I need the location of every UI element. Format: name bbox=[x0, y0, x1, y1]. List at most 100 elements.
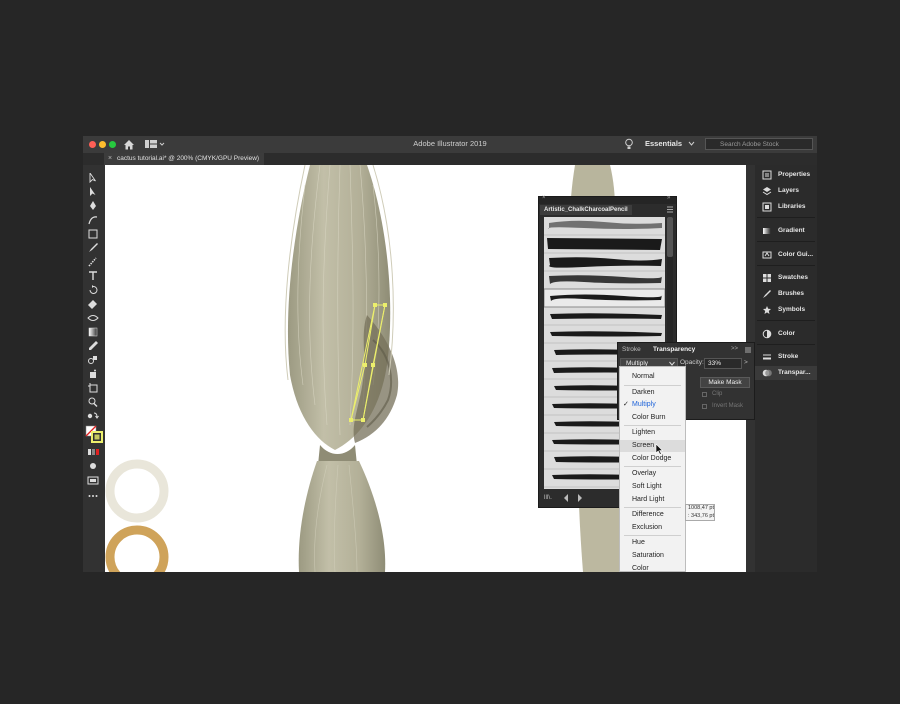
panel-menu-icon[interactable] bbox=[667, 206, 673, 213]
transparency-icon bbox=[762, 369, 772, 377]
blend-hue[interactable]: Hue bbox=[620, 537, 685, 549]
search-adobe-stock-input[interactable]: Search Adobe Stock bbox=[705, 138, 813, 150]
brush-libraries-menu-icon[interactable]: lll\. bbox=[544, 494, 552, 501]
dock-separator bbox=[757, 241, 815, 242]
invert-mask-label: Invert Mask bbox=[712, 403, 744, 409]
eraser-tool-icon[interactable] bbox=[87, 299, 99, 309]
type-tool-icon[interactable] bbox=[87, 271, 99, 281]
blend-overlay[interactable]: Overlay bbox=[620, 468, 685, 480]
blend-color[interactable]: Color bbox=[620, 563, 685, 571]
pen-tool-icon[interactable] bbox=[87, 201, 99, 211]
document-tab[interactable]: × cactus tutorial.ai* @ 200% (CMYK/GPU P… bbox=[104, 153, 264, 165]
close-tab-icon[interactable]: × bbox=[108, 153, 112, 165]
blend-color-dodge[interactable]: Color Dodge bbox=[620, 453, 685, 465]
rotate-tool-icon[interactable] bbox=[87, 285, 99, 295]
panel-menu-icon[interactable] bbox=[745, 347, 751, 353]
dock-separator bbox=[757, 320, 815, 321]
dock-properties[interactable]: Properties bbox=[755, 168, 817, 182]
tab-transparency[interactable]: Transparency bbox=[653, 345, 695, 355]
dock-brushes[interactable]: Brushes bbox=[755, 287, 817, 301]
blend-tool-icon[interactable] bbox=[87, 355, 99, 365]
close-panel-icon[interactable]: × bbox=[542, 195, 546, 201]
swap-colors-icon[interactable] bbox=[87, 411, 99, 421]
blend-normal[interactable]: Normal bbox=[620, 371, 685, 383]
title-bar: Adobe Illustrator 2019 Essentials Search… bbox=[83, 136, 817, 153]
blend-screen[interactable]: Screen bbox=[620, 440, 685, 452]
mouse-cursor-icon bbox=[655, 444, 664, 455]
dock-layers[interactable]: Layers bbox=[755, 184, 817, 198]
opacity-input[interactable]: 33% bbox=[704, 358, 742, 369]
dock-symbols[interactable]: Symbols bbox=[755, 303, 817, 317]
make-mask-button[interactable]: Make Mask bbox=[700, 377, 750, 388]
selection-tool-icon[interactable] bbox=[87, 173, 99, 183]
more-tools-icon[interactable] bbox=[87, 491, 99, 501]
tab-stroke[interactable]: Stroke bbox=[622, 345, 641, 355]
clip-label: Clip bbox=[712, 391, 723, 397]
dock-separator bbox=[757, 265, 815, 266]
previous-library-icon[interactable] bbox=[563, 494, 569, 502]
brushes-icon bbox=[763, 290, 771, 298]
blend-difference[interactable]: Difference bbox=[620, 509, 685, 521]
dock-libraries[interactable]: Libraries bbox=[755, 200, 817, 214]
next-library-icon[interactable] bbox=[577, 494, 583, 502]
color-icon bbox=[762, 329, 772, 339]
blend-mode-menu: Normal Darken ✓ Multiply Color Burn Ligh… bbox=[619, 366, 686, 572]
blend-exclusion[interactable]: Exclusion bbox=[620, 522, 685, 534]
dock-stroke[interactable]: Stroke bbox=[755, 350, 817, 364]
coord-y: Y: 343,76 pt bbox=[688, 512, 714, 519]
dock-gradient[interactable]: Gradient bbox=[755, 224, 817, 238]
illustrator-window: Adobe Illustrator 2019 Essentials Search… bbox=[83, 136, 817, 572]
clip-checkbox[interactable] bbox=[702, 392, 707, 397]
dock-color-guide[interactable]: Color Gui... bbox=[755, 248, 817, 262]
width-tool-icon[interactable] bbox=[87, 313, 99, 323]
symbol-sprayer-tool-icon[interactable] bbox=[87, 369, 99, 379]
paintbrush-tool-icon[interactable] bbox=[87, 243, 99, 253]
drawing-mode-icon[interactable] bbox=[87, 461, 99, 471]
symbols-icon bbox=[763, 306, 771, 314]
screen-mode-icon[interactable] bbox=[87, 475, 99, 485]
tools-panel bbox=[83, 165, 105, 572]
blend-lighten[interactable]: Lighten bbox=[620, 427, 685, 439]
invert-mask-checkbox[interactable] bbox=[702, 404, 707, 409]
color-guide-icon bbox=[762, 251, 772, 259]
lightbulb-icon[interactable] bbox=[624, 138, 634, 151]
curvature-tool-icon[interactable] bbox=[87, 215, 99, 225]
ring-gold bbox=[105, 525, 169, 572]
scrollbar-thumb[interactable] bbox=[667, 217, 673, 257]
shaper-tool-icon[interactable] bbox=[87, 257, 99, 267]
gradient-tool-icon[interactable] bbox=[87, 327, 99, 337]
dock-separator bbox=[757, 217, 815, 218]
layers-icon bbox=[762, 187, 772, 196]
cactus-lower-segment bbox=[298, 461, 386, 572]
blend-hard-light[interactable]: Hard Light bbox=[620, 494, 685, 506]
eyedropper-tool-icon[interactable] bbox=[87, 341, 99, 351]
blend-darken[interactable]: Darken bbox=[620, 387, 685, 399]
color-mode-icon[interactable] bbox=[87, 447, 99, 457]
menu-separator bbox=[624, 507, 681, 508]
workspace-switcher[interactable]: Essentials bbox=[645, 138, 682, 150]
collapse-panel-icon[interactable]: >> bbox=[731, 346, 738, 352]
panel-dock: Properties Layers Libraries Gradient Col… bbox=[755, 165, 817, 572]
direct-selection-tool-icon[interactable] bbox=[87, 187, 99, 197]
blend-saturation[interactable]: Saturation bbox=[620, 550, 685, 562]
opacity-slider-toggle[interactable]: > bbox=[744, 359, 748, 366]
blend-color-burn[interactable]: Color Burn bbox=[620, 412, 685, 424]
dock-transparency[interactable]: Transpar... bbox=[755, 366, 817, 380]
libraries-icon bbox=[762, 202, 772, 212]
blend-multiply[interactable]: ✓ Multiply bbox=[620, 399, 685, 411]
document-tab-title: cactus tutorial.ai* @ 200% (CMYK/GPU Pre… bbox=[117, 155, 260, 162]
dock-swatches[interactable]: Swatches bbox=[755, 271, 817, 285]
menu-separator bbox=[624, 385, 681, 386]
blend-multiply-label: Multiply bbox=[632, 401, 656, 408]
artboard-tool-icon[interactable] bbox=[87, 383, 99, 393]
fill-stroke-icon[interactable] bbox=[85, 425, 103, 443]
dock-color[interactable]: Color bbox=[755, 327, 817, 341]
chevron-down-icon[interactable] bbox=[688, 140, 695, 147]
zoom-tool-icon[interactable] bbox=[87, 397, 99, 407]
menu-separator bbox=[624, 535, 681, 536]
rectangle-tool-icon[interactable] bbox=[87, 229, 99, 239]
collapse-panel-icon[interactable]: » bbox=[667, 195, 670, 201]
blend-soft-light[interactable]: Soft Light bbox=[620, 481, 685, 493]
opacity-label: Opacity: bbox=[680, 359, 704, 366]
brush-library-tab[interactable]: Artistic_ChalkCharcoalPencil bbox=[540, 205, 632, 215]
